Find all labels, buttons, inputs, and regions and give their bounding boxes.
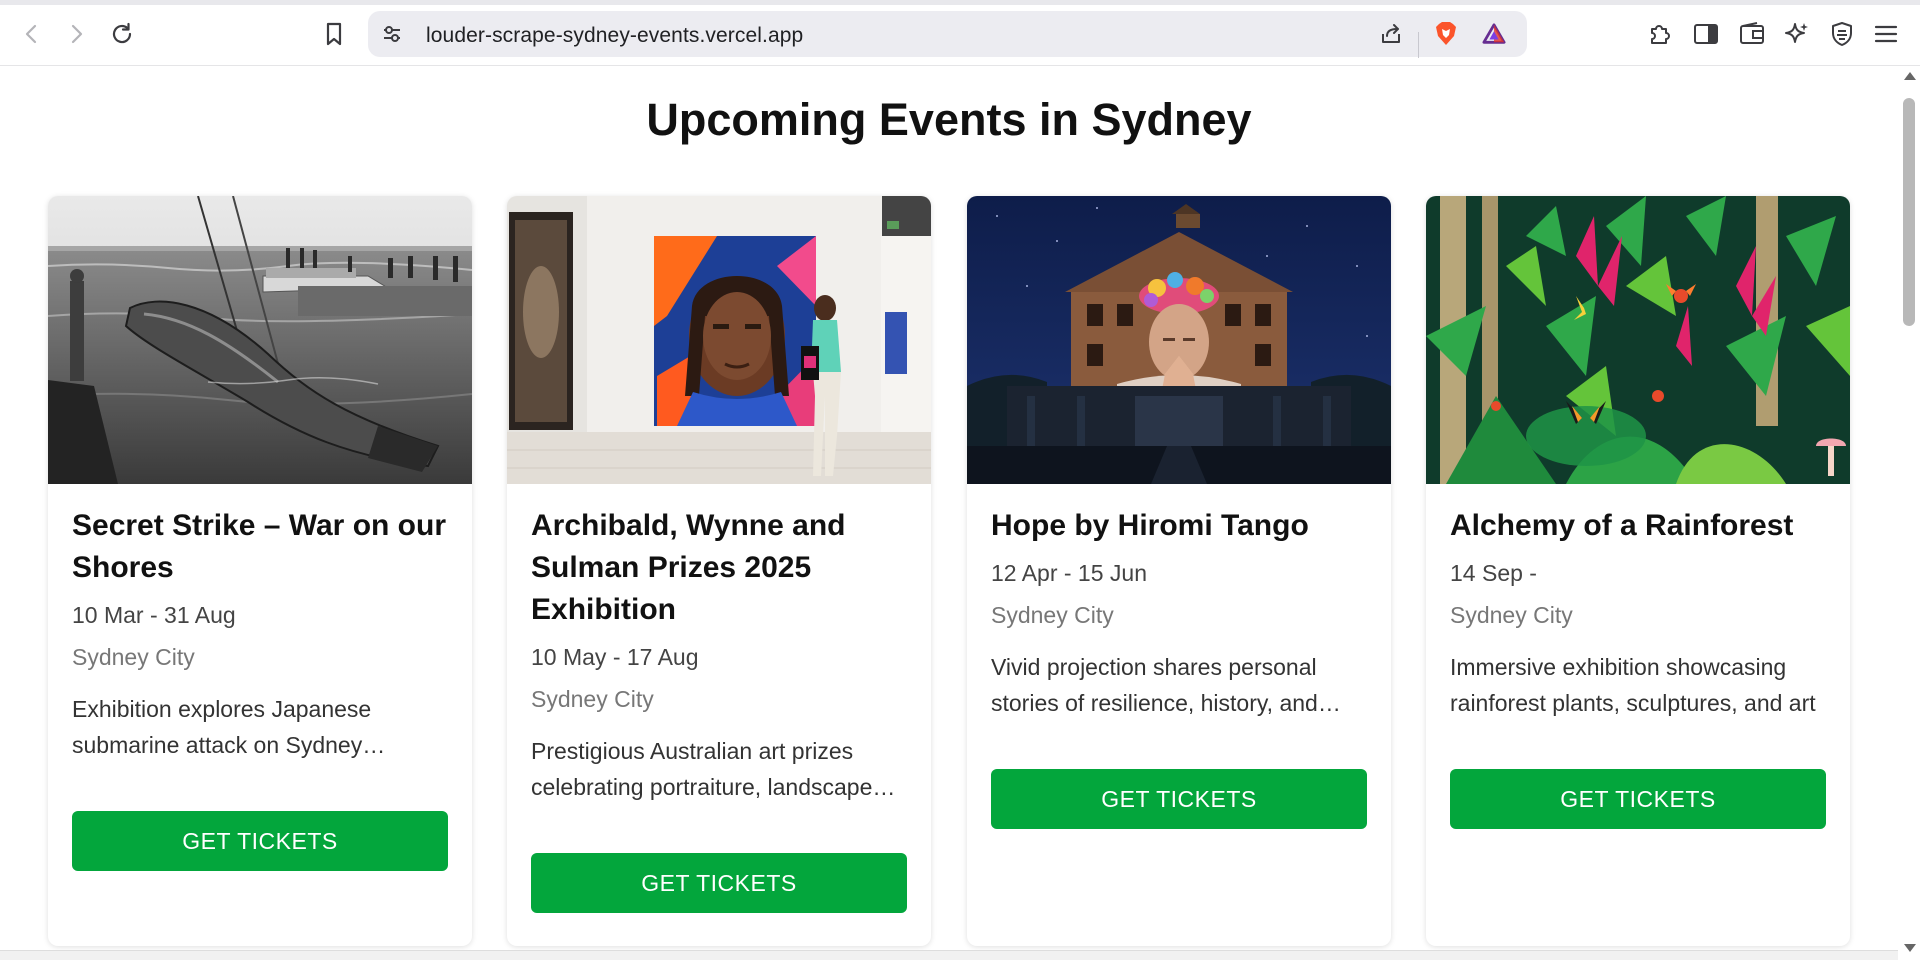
- menu-button[interactable]: [1868, 16, 1904, 52]
- event-location: Sydney City: [1450, 602, 1573, 628]
- wallet-button[interactable]: [1734, 16, 1770, 52]
- event-image-rainforest[interactable]: [1426, 196, 1850, 484]
- back-button[interactable]: [14, 16, 50, 52]
- extensions-icon: [1651, 25, 1670, 44]
- event-card: Alchemy of a Rainforest 14 Sep - Sydney …: [1426, 196, 1850, 946]
- address-bar[interactable]: louder-scrape-sydney-events.vercel.app: [368, 11, 1527, 58]
- event-title[interactable]: Secret Strike – War on our Shores: [72, 505, 448, 589]
- event-card: Hope by Hiromi Tango 12 Apr - 15 Jun Syd…: [967, 196, 1391, 946]
- event-card-body: Secret Strike – War on our Shores 10 Mar…: [72, 505, 448, 871]
- event-description: Immersive exhibition showcasing rainfore…: [1450, 654, 1816, 716]
- event-card-body: Hope by Hiromi Tango 12 Apr - 15 Jun Syd…: [991, 505, 1367, 829]
- site-settings-icon[interactable]: [380, 22, 404, 46]
- forward-icon: [71, 24, 83, 44]
- event-title[interactable]: Alchemy of a Rainforest: [1450, 505, 1826, 547]
- extensions-button[interactable]: [1642, 16, 1678, 52]
- bookmark-icon: [326, 22, 342, 46]
- reload-button[interactable]: [104, 16, 140, 52]
- browser-toolbar: louder-scrape-sydney-events.vercel.app: [0, 0, 1920, 66]
- leo-ai-button[interactable]: [1779, 16, 1815, 52]
- horizontal-scrollbar[interactable]: [0, 950, 1898, 960]
- brave-rewards-icon[interactable]: [1482, 22, 1506, 46]
- event-date: 14 Sep -: [1450, 560, 1537, 586]
- address-bar-divider: [1418, 32, 1419, 58]
- page-title: Upcoming Events in Sydney: [646, 94, 1252, 145]
- event-date: 10 Mar - 31 Aug: [72, 602, 236, 628]
- event-date: 10 May - 17 Aug: [531, 644, 699, 670]
- event-title[interactable]: Archibald, Wynne and Sulman Prizes 2025 …: [531, 505, 907, 631]
- share-icon[interactable]: [1379, 22, 1403, 46]
- event-card: Secret Strike – War on our Shores 10 Mar…: [48, 196, 472, 946]
- event-location: Sydney City: [72, 644, 195, 670]
- page-content: Upcoming Events in Sydney Secret Strike …: [0, 66, 1898, 960]
- event-location: Sydney City: [991, 602, 1114, 628]
- event-image-submarine[interactable]: [48, 196, 472, 484]
- event-date: 12 Apr - 15 Jun: [991, 560, 1147, 586]
- reload-icon: [112, 22, 132, 44]
- scroll-down-arrow-icon[interactable]: [1904, 944, 1916, 952]
- event-title[interactable]: Hope by Hiromi Tango: [991, 505, 1367, 547]
- event-description: Prestigious Australian art prizes celebr…: [531, 738, 873, 800]
- vpn-icon: [1832, 22, 1852, 46]
- get-tickets-button[interactable]: GET TICKETS: [1450, 769, 1826, 829]
- get-tickets-button[interactable]: GET TICKETS: [991, 769, 1367, 829]
- vpn-button[interactable]: [1824, 16, 1860, 52]
- back-icon: [25, 24, 37, 44]
- event-image-gallery[interactable]: [507, 196, 931, 484]
- url-text[interactable]: louder-scrape-sydney-events.vercel.app: [426, 24, 803, 48]
- sidebar-button[interactable]: [1688, 16, 1724, 52]
- brave-shields-icon[interactable]: [1434, 22, 1458, 46]
- wallet-icon: [1740, 22, 1764, 44]
- vertical-scrollbar[interactable]: [1898, 66, 1920, 960]
- sidebar-icon: [1694, 24, 1718, 44]
- scroll-up-arrow-icon[interactable]: [1904, 72, 1916, 80]
- event-card-body: Archibald, Wynne and Sulman Prizes 2025 …: [531, 505, 907, 913]
- forward-button[interactable]: [58, 16, 94, 52]
- get-tickets-button[interactable]: GET TICKETS: [72, 811, 448, 871]
- event-card: Archibald, Wynne and Sulman Prizes 2025 …: [507, 196, 931, 946]
- get-tickets-button[interactable]: GET TICKETS: [531, 853, 907, 913]
- event-description: Vivid projection shares personal stories…: [991, 654, 1318, 716]
- event-card-body: Alchemy of a Rainforest 14 Sep - Sydney …: [1450, 505, 1826, 829]
- menu-icon: [1874, 25, 1898, 43]
- event-location: Sydney City: [531, 686, 654, 712]
- leo-ai-icon: [1785, 23, 1808, 43]
- tab-strip-edge: [0, 0, 1920, 5]
- scrollbar-thumb[interactable]: [1903, 98, 1915, 326]
- event-description: Exhibition explores Japanese submarine a…: [72, 696, 372, 758]
- event-image-projection[interactable]: [967, 196, 1391, 484]
- bookmark-button[interactable]: [316, 16, 352, 52]
